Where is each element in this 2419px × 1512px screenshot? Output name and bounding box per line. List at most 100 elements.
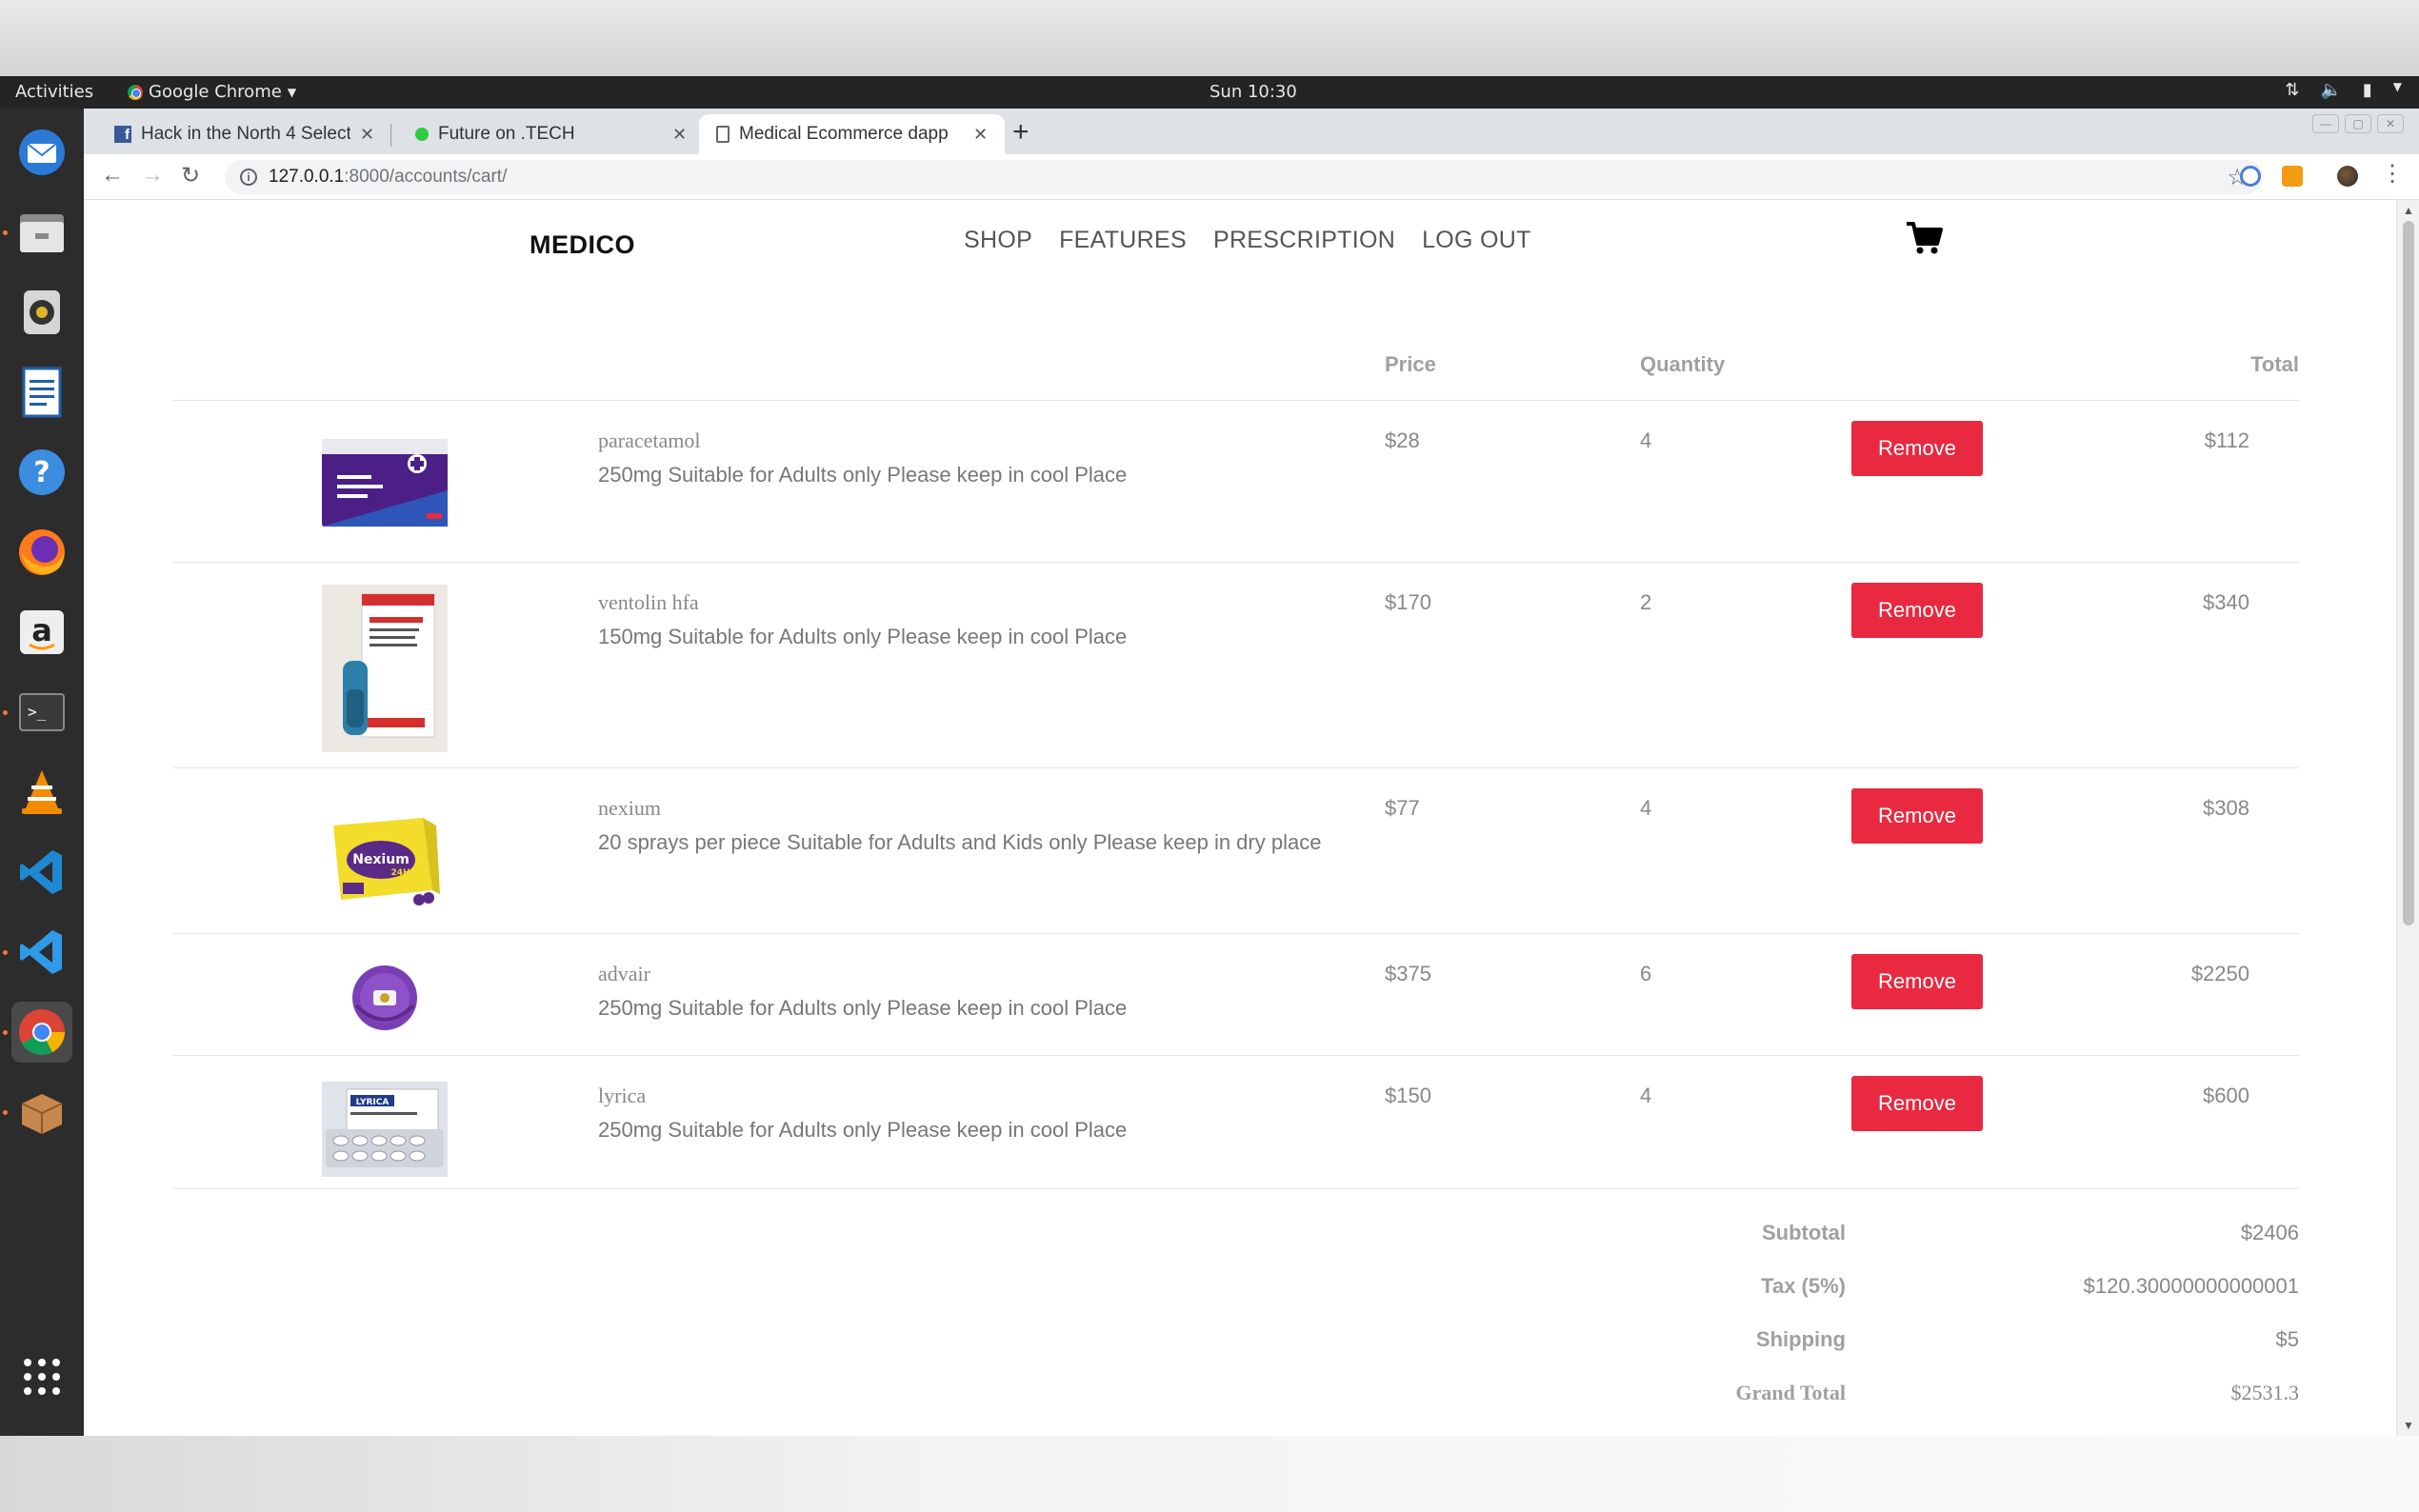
svg-text:LYRICA: LYRICA [356,1098,390,1107]
rhythmbox-icon[interactable] [11,282,72,343]
browser-window: f Hack in the North 4 Select ✕ Future on… [84,109,2419,1436]
help-icon[interactable]: ? [11,442,72,503]
subtotal-value: $2406 [2240,1221,2299,1244]
product-total: $600 [2203,1084,2249,1107]
product-price: $375 [1385,962,1431,985]
product-quantity: 6 [1640,962,1652,985]
nav-shop[interactable]: SHOP [964,227,1032,254]
battery-icon: ▮ [2362,80,2372,100]
green-dot-icon [415,128,429,141]
maximize-button[interactable]: ▢ [2345,114,2371,133]
site-info-icon[interactable]: i [240,169,257,186]
close-icon[interactable]: ✕ [672,125,687,145]
product-description: 250mg Suitable for Adults only Please ke… [598,1118,1128,1142]
menu-kebab-icon[interactable]: ⋮ [2381,160,2404,188]
header-price: Price [1385,352,1436,376]
system-tray[interactable]: ⇅ 🔈 ▮ ▼ [2285,80,2402,100]
scroll-down-icon[interactable]: ▼ [2403,1419,2414,1432]
product-quantity: 2 [1640,590,1652,614]
chrome-icon [128,84,143,100]
svg-text:24HR: 24HR [391,868,417,878]
product-price: $77 [1385,796,1420,820]
nav-features[interactable]: FEATURES [1059,227,1187,254]
window-controls: — ▢ ✕ [2312,114,2404,133]
tax-value: $120.30000000000001 [2083,1274,2299,1298]
close-window-button[interactable]: ✕ [2377,114,2404,133]
vscode-icon[interactable] [11,842,72,903]
libreoffice-writer-icon[interactable] [11,362,72,423]
terminal-icon[interactable]: >_ [11,682,72,743]
svg-text:a: a [31,612,52,648]
product-name: advair [598,962,650,985]
product-name: lyrica [598,1084,647,1107]
product-price: $150 [1385,1084,1431,1107]
page-scrollbar[interactable]: ▲ ▼ [2396,200,2419,1436]
back-arrow-icon[interactable]: ← [101,162,124,189]
vlc-icon[interactable] [11,762,72,823]
nav-prescription[interactable]: PRESCRIPTION [1213,227,1395,254]
product-total: $112 [2204,428,2249,452]
amazon-icon[interactable]: a [11,602,72,663]
product-image-advair [322,960,448,1036]
product-description: 150mg Suitable for Adults only Please ke… [598,625,1128,648]
thunderbird-icon[interactable] [11,122,72,183]
remove-button[interactable]: Remove [1851,1076,1983,1131]
chevron-down-icon: ▼ [287,85,297,99]
cart-row: advair 250mg Suitable for Adults only Pl… [84,933,2369,1055]
product-image-paracetamol [322,430,448,535]
document-icon [716,126,730,143]
activities-button[interactable]: Activities [15,82,93,102]
header-quantity: Quantity [1640,352,1726,376]
profile-avatar[interactable] [2337,166,2358,187]
vscode-insiders-icon[interactable] [11,922,72,983]
remove-button[interactable]: Remove [1851,954,1983,1009]
metamask-fox-icon[interactable] [2282,166,2303,187]
browser-toolbar: ← → ↻ i 127.0.0.1:8000/accounts/cart/ ☆ … [84,154,2419,200]
product-name: nexium [598,796,661,820]
cart-row: ventolin hfa 150mg Suitable for Adults o… [84,562,2369,767]
desktop-top-area [0,0,2419,76]
app-menu[interactable]: Google Chrome ▼ [128,82,296,102]
forward-arrow-icon[interactable]: → [141,162,164,189]
remove-button[interactable]: Remove [1851,583,1983,638]
nav-logout[interactable]: LOG OUT [1422,227,1531,254]
tab-hack-in-the-north[interactable]: f Hack in the North 4 Select ✕ [97,114,392,154]
new-tab-button[interactable]: + [1012,116,1030,149]
reload-icon[interactable]: ↻ [181,162,200,189]
svg-text:>_: >_ [28,703,47,721]
cart-row: paracetamol 250mg Suitable for Adults on… [84,400,2369,562]
scroll-up-icon[interactable]: ▲ [2403,204,2414,217]
tab-title: Future on .TECH [438,124,575,144]
product-description: 250mg Suitable for Adults only Please ke… [598,996,1128,1020]
package-icon[interactable] [11,1082,72,1143]
show-apps-icon[interactable] [11,1346,72,1407]
minimize-button[interactable]: — [2312,114,2339,133]
clock[interactable]: Sun 10:30 [1210,82,1297,102]
product-quantity: 4 [1640,1084,1652,1107]
tab-future-on-tech[interactable]: Future on .TECH ✕ [398,114,704,154]
tab-strip: f Hack in the North 4 Select ✕ Future on… [84,109,2419,154]
firefox-icon[interactable] [11,522,72,583]
volume-icon: 🔈 [2320,80,2342,100]
chrome-icon[interactable] [11,1002,72,1063]
cart-row: LYRICA lyrica 250mg Suitable for Adults … [84,1055,2369,1188]
dock: ? a >_ [0,109,84,1436]
facebook-icon: f [114,126,131,143]
product-description: 20 sprays per piece Suitable for Adults … [598,830,1322,854]
grand-total-value: $2531.3 [2230,1381,2300,1404]
files-icon[interactable] [11,202,72,263]
subtotal-label: Subtotal [1762,1221,1846,1244]
extension-globe-icon[interactable] [2240,166,2261,187]
shopping-cart-icon[interactable] [1905,221,1943,260]
address-bar[interactable]: i 127.0.0.1:8000/accounts/cart/ ☆ [225,160,2263,194]
tab-title: Medical Ecommerce dapp [739,124,949,144]
close-icon[interactable]: ✕ [973,125,988,145]
tab-medical-ecommerce[interactable]: Medical Ecommerce dapp ✕ [699,114,1006,154]
product-image-lyrica: LYRICA [322,1082,448,1177]
header-total: Total [2250,352,2299,376]
close-icon[interactable]: ✕ [360,125,374,145]
site-brand[interactable]: MEDICO [530,230,635,260]
remove-button[interactable]: Remove [1851,421,1983,476]
scrollbar-thumb[interactable] [2403,221,2414,925]
remove-button[interactable]: Remove [1851,788,1983,844]
